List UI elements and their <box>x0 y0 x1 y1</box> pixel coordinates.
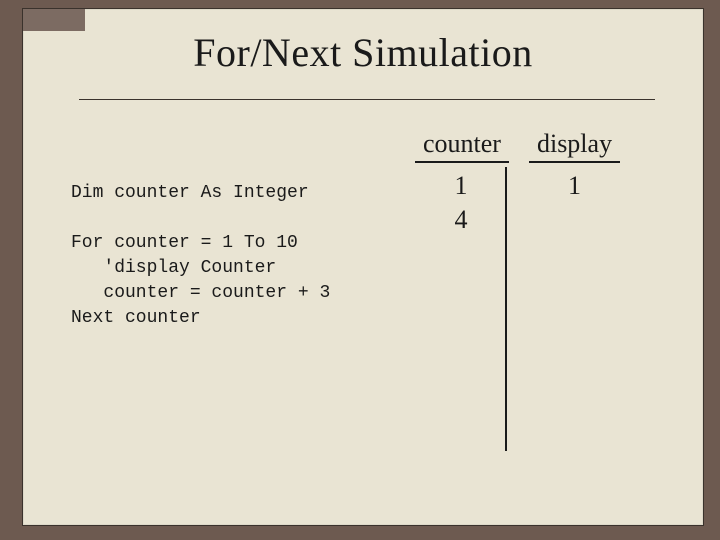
code-line: For counter = 1 To 10 <box>71 233 298 253</box>
code-line: 'display Counter <box>71 258 276 278</box>
trace-table: counter 1 4 display 1 <box>415 129 620 451</box>
display-body: 1 <box>531 167 619 451</box>
slide-frame: For/Next Simulation Dim counter As Integ… <box>22 8 704 526</box>
title-underline <box>79 99 655 100</box>
counter-header: counter <box>415 129 509 163</box>
counter-value: 1 <box>431 169 491 203</box>
code-line: counter = counter + 3 <box>71 283 330 303</box>
counter-body: 1 4 <box>417 167 507 451</box>
code-block: Dim counter As Integer For counter = 1 T… <box>71 181 330 331</box>
display-column: display 1 <box>529 129 620 451</box>
counter-column: counter 1 4 <box>415 129 509 451</box>
code-line: Dim counter As Integer <box>71 183 309 203</box>
accent-block <box>23 9 85 31</box>
display-value: 1 <box>545 169 605 203</box>
counter-value: 4 <box>431 203 491 237</box>
display-header: display <box>529 129 620 163</box>
slide-title: For/Next Simulation <box>23 29 703 76</box>
code-line: Next counter <box>71 308 201 328</box>
